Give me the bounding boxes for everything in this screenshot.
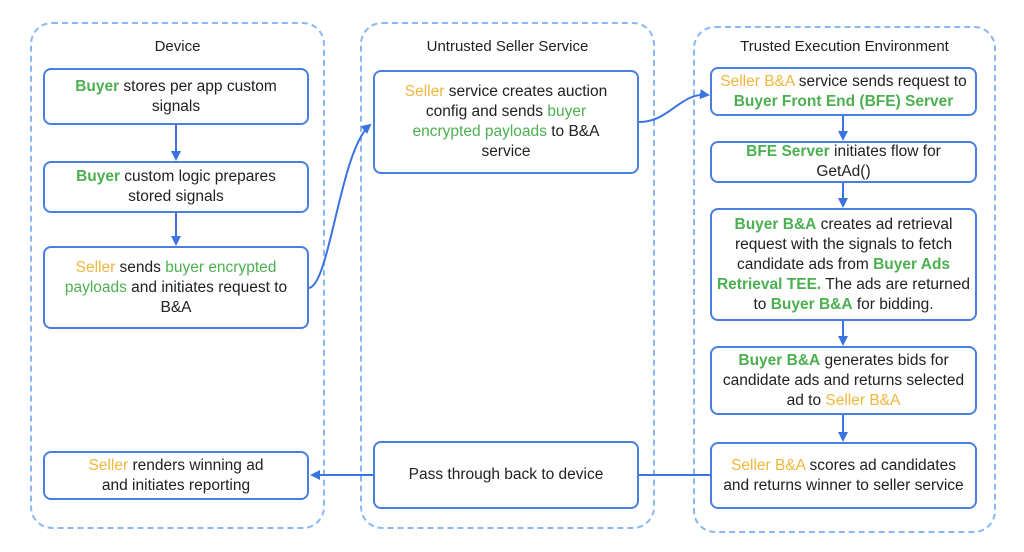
buyer-highlight: BFE Server (746, 143, 830, 160)
step-text-segment: sends (115, 258, 166, 276)
step-text-segment: stores per app custom signals (119, 77, 277, 115)
lane-title-trusted-execution-environment: Trusted Execution Environment (740, 38, 949, 55)
seller-highlight: Seller B&A (731, 456, 806, 474)
seller-highlight: Seller B&A (720, 72, 795, 90)
step-text-segment: and initiates request to B&A (126, 278, 288, 316)
step-text: Buyer stores per app custom signals (67, 77, 285, 117)
step-text: Buyer B&A creates ad retrieval request w… (716, 215, 971, 315)
step-text: Buyer B&A generates bids for candidate a… (716, 351, 971, 411)
lane-title-device: Device (154, 38, 201, 55)
buyer-highlight: Buyer (75, 77, 120, 95)
buyer-highlight: Buyer B&A (770, 295, 853, 313)
seller-step-create-auction-config[interactable]: Seller service creates auction config an… (373, 70, 639, 174)
device-step-prepare-signals[interactable]: Buyer custom logic prepares stored signa… (43, 161, 309, 213)
buyer-highlight: Buyer (76, 168, 120, 185)
step-text: Seller B&A service sends request to Buye… (718, 72, 969, 112)
step-text: Seller renders winning ad and initiates … (75, 456, 277, 496)
lane-title-untrusted-seller-service: Untrusted Seller Service (426, 38, 589, 55)
step-text-segment: Pass through back to device (408, 466, 604, 483)
step-text: BFE Server initiates flow for GetAd() (742, 142, 945, 182)
buyer-highlight: Buyer B&A (738, 351, 821, 369)
step-text: Pass through back to device (409, 465, 604, 485)
buyer-highlight: Buyer Front End (BFE) Server (733, 92, 954, 110)
seller-highlight: Seller (88, 456, 129, 474)
tee-step-generate-bids[interactable]: Buyer B&A generates bids for candidate a… (710, 346, 977, 415)
step-text: Seller B&A scores ad candidates and retu… (722, 456, 965, 496)
step-text-segment: service sends request to (794, 72, 967, 90)
device-step-render-ad[interactable]: Seller renders winning ad and initiates … (43, 451, 309, 500)
step-text: Seller service creates auction config an… (393, 82, 619, 162)
seller-highlight: Seller (404, 83, 445, 100)
seller-highlight: Seller (75, 258, 116, 276)
seller-highlight: Seller B&A (825, 391, 901, 409)
tee-step-bfe-getad[interactable]: BFE Server initiates flow for GetAd() (710, 141, 977, 183)
device-step-store-signals[interactable]: Buyer stores per app custom signals (43, 68, 309, 125)
tee-step-ad-retrieval[interactable]: Buyer B&A creates ad retrieval request w… (710, 208, 977, 321)
step-text-segment: initiates flow for GetAd() (816, 143, 941, 180)
seller-step-pass-through[interactable]: Pass through back to device (373, 441, 639, 509)
step-text-segment: for bidding. (852, 295, 934, 313)
step-text-segment: custom logic prepares stored signals (120, 168, 276, 205)
tee-step-send-to-bfe[interactable]: Seller B&A service sends request to Buye… (710, 67, 977, 116)
device-step-send-request[interactable]: Seller sends buyer encrypted payloads an… (43, 246, 309, 329)
tee-step-score-ads[interactable]: Seller B&A scores ad candidates and retu… (710, 442, 977, 509)
step-text: Seller sends buyer encrypted payloads an… (51, 258, 301, 318)
buyer-highlight: Buyer B&A (734, 215, 817, 233)
step-text: Buyer custom logic prepares stored signa… (67, 167, 285, 207)
